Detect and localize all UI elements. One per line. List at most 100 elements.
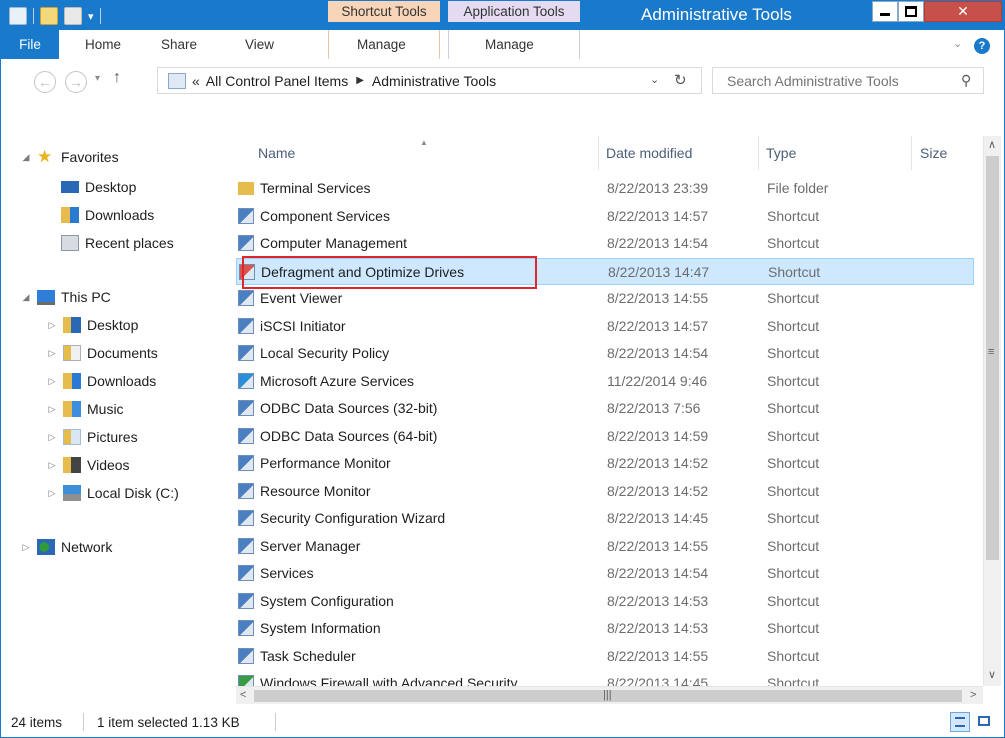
expand-icon[interactable]: ▷ (47, 320, 57, 331)
customize-toolbar-icon[interactable]: ▾ (88, 10, 94, 23)
expand-icon[interactable]: ▷ (47, 488, 57, 499)
file-name: System Configuration (260, 592, 394, 609)
nav-favorites-desktop[interactable]: Desktop (61, 176, 136, 198)
expand-ribbon-icon[interactable]: ⌄ (953, 30, 962, 59)
nav-pc-pictures[interactable]: ▷ Pictures (47, 426, 138, 448)
refresh-icon[interactable]: ↻ (674, 71, 687, 89)
up-button[interactable]: ↑ (113, 69, 121, 87)
nav-pc-videos[interactable]: ▷ Videos (47, 454, 130, 476)
task-scheduler-icon (238, 647, 254, 664)
file-row[interactable]: Services 8/22/2013 14:54 Shortcut (236, 560, 974, 587)
breadcrumb-overflow[interactable]: « (192, 73, 200, 89)
file-row[interactable]: System Configuration 8/22/2013 14:53 Short… (236, 588, 974, 615)
tab-manage-application[interactable]: Manage (485, 30, 534, 59)
folder-icon[interactable] (64, 7, 82, 25)
tab-share[interactable]: Share (161, 30, 197, 59)
file-date-modified: 8/22/2013 14:45 (607, 510, 709, 526)
file-row[interactable]: Security Configuration Wizard 8/22/2013 1… (236, 505, 974, 532)
forward-arrow-icon: → (69, 74, 83, 90)
column-header-name[interactable]: Name (258, 136, 295, 170)
file-type: Shortcut (767, 537, 820, 554)
nav-pc-documents[interactable]: ▷ Documents (47, 342, 158, 364)
breadcrumb-administrative-tools[interactable]: Administrative Tools (372, 73, 496, 89)
tab-view[interactable]: View (245, 30, 274, 59)
address-dropdown-icon[interactable]: ⌄ (650, 73, 659, 86)
file-row[interactable]: Task Scheduler 8/22/2013 14:55 Shortcut (236, 643, 974, 670)
nav-pc-local-disk[interactable]: ▷ Local Disk (C:) (47, 482, 179, 504)
scroll-right-icon[interactable]: > (970, 689, 976, 701)
back-button[interactable]: ← (34, 71, 56, 93)
vertical-scroll-thumb[interactable] (986, 156, 999, 560)
nav-favorites-downloads[interactable]: Downloads (61, 204, 154, 226)
expand-icon[interactable]: ▷ (47, 376, 57, 387)
system-information-icon (238, 620, 254, 636)
file-row[interactable]: ODBC Data Sources (64-bit) 8/22/2013 14:5… (236, 423, 974, 450)
large-icons-view-button[interactable] (974, 712, 994, 732)
recent-locations-icon[interactable]: ▾ (95, 73, 100, 84)
file-name: Computer Management (260, 235, 408, 251)
column-header-date-modified[interactable]: Date modified (606, 136, 692, 170)
file-row[interactable]: Server Manager 8/22/2013 14:55 Shortcut (236, 533, 974, 560)
file-row[interactable]: Terminal Services 8/22/2013 23:39 File fol… (236, 175, 974, 202)
nav-pc-downloads[interactable]: ▷ Downloads (47, 370, 156, 392)
expand-icon[interactable]: ▷ (47, 348, 57, 359)
minimize-button[interactable] (872, 1, 898, 22)
horizontal-scrollbar[interactable]: < ||| > (236, 686, 983, 704)
help-button[interactable]: ? (974, 30, 990, 59)
scroll-up-icon[interactable]: ∧ (988, 138, 996, 151)
file-name: Component Services (260, 207, 390, 224)
file-row[interactable]: Computer Management 8/22/2013 14:54 Shortc… (236, 230, 974, 257)
file-row[interactable]: ODBC Data Sources (32-bit) 8/22/2013 7:56… (236, 395, 974, 422)
file-row[interactable]: Resource Monitor 8/22/2013 14:52 Shortcut (236, 478, 974, 505)
odbc-icon (238, 427, 254, 444)
properties-icon[interactable] (9, 7, 27, 25)
file-row[interactable]: Windows Firewall with Advanced Security 8… (236, 670, 974, 686)
file-type: Shortcut (767, 592, 820, 609)
file-type: Shortcut (767, 317, 820, 334)
close-button[interactable]: ✕ (924, 1, 1002, 22)
nav-this-pc[interactable]: ◢ This PC (21, 286, 111, 308)
file-row[interactable]: Component Services 8/22/2013 14:57 Shortcu… (236, 203, 974, 230)
file-row[interactable]: Microsoft Azure Services 11/22/2014 9:46 S… (236, 368, 974, 395)
nav-network[interactable]: ▷ Network (21, 536, 112, 558)
collapse-icon[interactable]: ◢ (21, 152, 31, 163)
collapse-icon[interactable]: ◢ (21, 292, 31, 303)
column-header-size[interactable]: Size (920, 136, 947, 170)
file-type: Shortcut (767, 565, 820, 581)
nav-pc-desktop[interactable]: ▷ Desktop (47, 314, 138, 336)
details-view-button[interactable] (950, 712, 970, 732)
search-icon[interactable]: ⚲ (961, 72, 971, 89)
file-row[interactable]: iSCSI Initiator 8/22/2013 14:57 Shortcut (236, 313, 974, 340)
nav-favorites[interactable]: ◢ ★ Favorites (21, 146, 119, 168)
details-view-icon (955, 717, 965, 727)
address-bar[interactable]: « All Control Panel Items ▶ Administrati… (157, 67, 702, 94)
file-date-modified: 8/22/2013 7:56 (607, 400, 701, 416)
tab-file[interactable]: File (1, 30, 59, 59)
search-input[interactable] (725, 71, 959, 90)
scroll-down-icon[interactable]: ∨ (988, 668, 996, 681)
column-header-type[interactable]: Type (766, 136, 796, 170)
maximize-button[interactable] (898, 1, 924, 22)
file-date-modified: 8/22/2013 14:57 (607, 317, 709, 334)
forward-button[interactable]: → (65, 71, 87, 93)
file-type: Shortcut (767, 482, 820, 499)
tab-manage-shortcut[interactable]: Manage (357, 30, 406, 59)
expand-icon[interactable]: ▷ (47, 404, 57, 415)
maximize-icon (905, 6, 917, 17)
file-date-modified: 8/22/2013 14:55 (607, 290, 709, 306)
breadcrumb-control-panel[interactable]: All Control Panel Items (206, 73, 348, 89)
vertical-scrollbar[interactable]: ∧ ≡ ∨ (983, 136, 1001, 686)
file-row[interactable]: Local Security Policy 8/22/2013 14:54 Shor… (236, 340, 974, 367)
scroll-left-icon[interactable]: < (240, 689, 246, 701)
tab-home[interactable]: Home (85, 30, 121, 59)
file-row[interactable]: Performance Monitor 8/22/2013 14:52 Shortc… (236, 450, 974, 477)
file-row[interactable]: System Information 8/22/2013 14:53 Shortcu… (236, 615, 974, 642)
expand-icon[interactable]: ▷ (47, 432, 57, 443)
new-folder-icon[interactable] (40, 7, 58, 25)
search-box: ⚲ (712, 67, 984, 94)
nav-favorites-recent-places[interactable]: Recent places (61, 232, 174, 254)
expand-icon[interactable]: ▷ (47, 460, 57, 471)
file-row[interactable]: Event Viewer 8/22/2013 14:55 Shortcut (236, 285, 974, 312)
nav-pc-music[interactable]: ▷ Music (47, 398, 124, 420)
expand-icon[interactable]: ▷ (21, 542, 31, 553)
